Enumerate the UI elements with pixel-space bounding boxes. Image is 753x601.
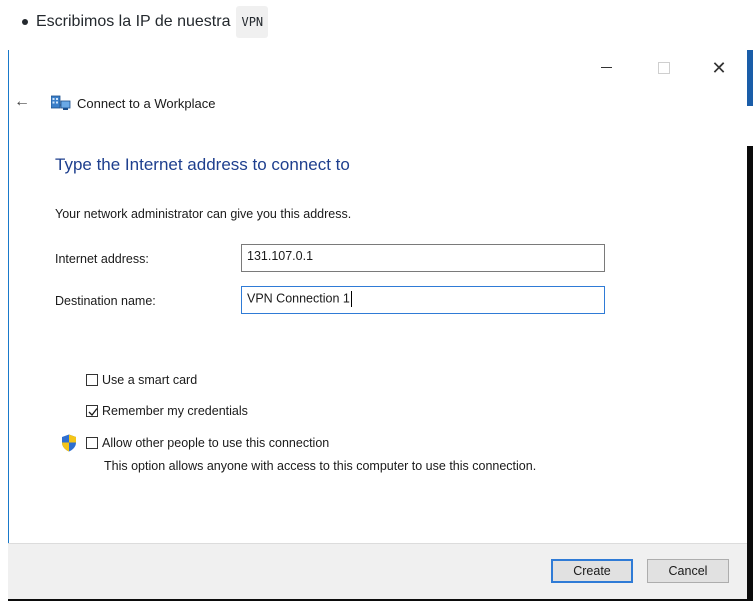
back-arrow-icon: ← bbox=[14, 93, 30, 110]
maximize-icon bbox=[658, 61, 670, 74]
minimize-button[interactable] bbox=[591, 57, 621, 79]
minimize-icon bbox=[600, 67, 612, 69]
allow-others-checkbox[interactable] bbox=[86, 437, 98, 449]
wizard-title: Connect to a Workplace bbox=[77, 96, 216, 111]
background-window-edge-dark bbox=[747, 146, 753, 601]
bullet-dot bbox=[22, 19, 28, 25]
internet-address-label: Internet address: bbox=[55, 252, 149, 266]
remember-credentials-option[interactable]: Remember my credentials bbox=[86, 404, 248, 418]
back-button[interactable]: ← bbox=[14, 93, 30, 111]
doc-bullet-text: Escribimos la IP de nuestra bbox=[36, 13, 231, 30]
maximize-button[interactable] bbox=[649, 57, 679, 79]
background-window-edge-blue bbox=[747, 50, 753, 106]
connect-workplace-dialog: ✕ ← Connect to a Workplace Type the Inte… bbox=[8, 50, 753, 601]
window-left-border bbox=[8, 50, 9, 601]
smart-card-option[interactable]: Use a smart card bbox=[86, 373, 197, 387]
internet-address-input[interactable]: 131.107.0.1 bbox=[241, 244, 605, 272]
smart-card-label: Use a smart card bbox=[102, 373, 198, 387]
internet-address-value: 131.107.0.1 bbox=[247, 249, 314, 263]
smart-card-checkbox[interactable] bbox=[86, 374, 98, 386]
destination-name-value: VPN Connection 1 bbox=[247, 291, 350, 306]
close-button[interactable]: ✕ bbox=[704, 57, 734, 79]
remember-credentials-label: Remember my credentials bbox=[102, 404, 248, 418]
checkmark-icon bbox=[88, 408, 98, 416]
destination-name-input[interactable]: VPN Connection 1 bbox=[241, 286, 605, 314]
allow-others-label: Allow other people to use this connectio… bbox=[102, 436, 330, 450]
cancel-button[interactable]: Cancel bbox=[647, 559, 729, 583]
doc-bullet-line: Escribimos la IP de nuestra VPN bbox=[22, 6, 269, 38]
close-icon: ✕ bbox=[711, 58, 727, 78]
network-connection-icon bbox=[51, 95, 71, 110]
dialog-footer: Create Cancel bbox=[8, 543, 747, 600]
allow-others-description: This option allows anyone with access to… bbox=[104, 459, 537, 473]
uac-shield-icon bbox=[62, 434, 76, 452]
remember-credentials-checkbox[interactable] bbox=[86, 405, 98, 417]
allow-others-option[interactable]: Allow other people to use this connectio… bbox=[86, 436, 329, 450]
create-button[interactable]: Create bbox=[551, 559, 633, 583]
inline-code-vpn: VPN bbox=[236, 6, 269, 38]
text-caret bbox=[350, 291, 352, 307]
page-subtext: Your network administrator can give you … bbox=[55, 207, 352, 221]
page-heading: Type the Internet address to connect to bbox=[55, 155, 350, 174]
destination-name-label: Destination name: bbox=[55, 294, 156, 308]
